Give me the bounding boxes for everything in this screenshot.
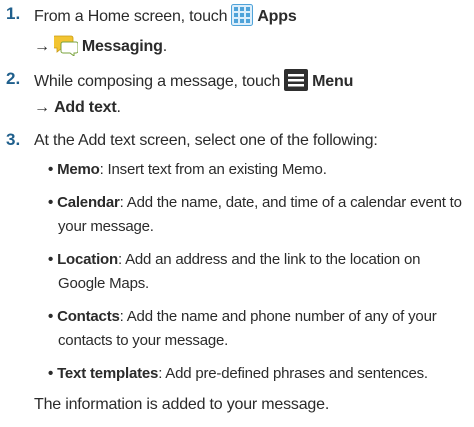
option-term: Memo xyxy=(57,161,100,178)
step-number: 3. xyxy=(6,130,21,149)
option-term: Contacts xyxy=(57,308,120,325)
option-term: Location xyxy=(57,251,118,268)
step-1-line-2: → Messaging. xyxy=(34,34,167,63)
option-desc-continued: contacts to your message. xyxy=(58,332,229,349)
step-text: . xyxy=(116,99,121,116)
option-location: • Location: Add an address and the link t… xyxy=(48,250,420,270)
option-contacts: • Contacts: Add the name and phone number… xyxy=(48,307,437,327)
step-text: . xyxy=(162,38,167,55)
step-2-line-1: While composing a message, touch Menu xyxy=(34,69,353,98)
option-desc: : Add the name and phone number of any o… xyxy=(119,308,437,325)
bullet-icon: • xyxy=(48,161,54,178)
option-desc: : Add pre-defined phrases and sentences. xyxy=(158,365,428,382)
messaging-icon xyxy=(52,34,79,63)
option-desc: : Insert text from an existing Memo. xyxy=(99,161,327,178)
step-text: While composing a message, touch xyxy=(34,73,281,90)
option-calendar: • Calendar: Add the name, date, and time … xyxy=(48,193,462,213)
step-3-result: The information is added to your message… xyxy=(34,396,330,413)
option-desc: : Add an address and the link to the loc… xyxy=(117,251,421,268)
step-2-line-2: → Add text. xyxy=(34,97,121,119)
step-text: From a Home screen, touch xyxy=(34,8,228,25)
apps-label: Apps xyxy=(257,8,297,25)
option-desc: : Add the name, date, and time of a cale… xyxy=(119,194,462,211)
option-memo: • Memo: Insert text from an existing Memo… xyxy=(48,160,327,180)
arrow-icon: → xyxy=(34,99,50,116)
bullet-icon: • xyxy=(48,308,54,325)
add-text-label: Add text xyxy=(54,99,117,116)
bullet-icon: • xyxy=(48,251,54,268)
messaging-label: Messaging xyxy=(81,38,163,55)
option-desc-continued: your message. xyxy=(58,218,154,235)
step-1-line-1: From a Home screen, touch Apps xyxy=(34,4,297,33)
menu-label: Menu xyxy=(312,73,354,90)
option-term: Calendar xyxy=(57,194,120,211)
option-desc-continued: Google Maps. xyxy=(58,275,149,292)
step-number: 2. xyxy=(6,69,21,88)
step-number: 1. xyxy=(6,4,21,23)
menu-icon xyxy=(284,69,309,98)
step-3-line-1: At the Add text screen, select one of th… xyxy=(34,132,378,149)
arrow-icon: → xyxy=(34,38,50,55)
option-text-templates: • Text templates: Add pre-defined phrases… xyxy=(48,364,428,384)
option-term: Text templates xyxy=(57,365,159,382)
bullet-icon: • xyxy=(48,365,54,382)
apps-grid-icon xyxy=(231,4,254,33)
bullet-icon: • xyxy=(48,194,54,211)
